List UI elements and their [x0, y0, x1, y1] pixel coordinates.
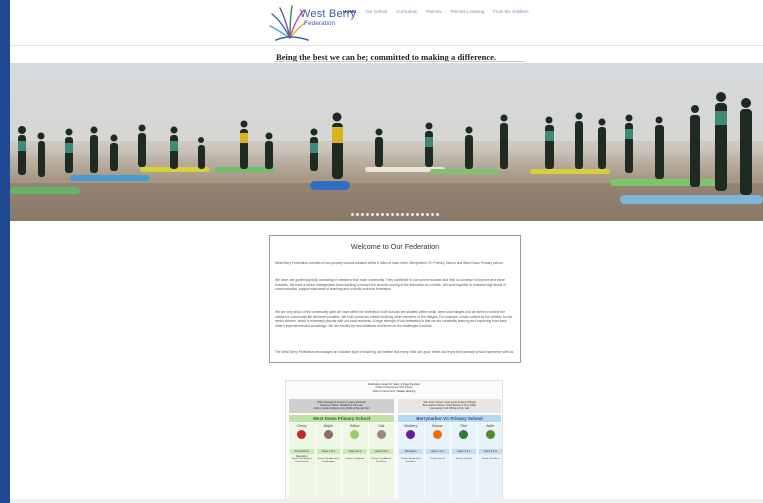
- class-emblem-icon: [485, 430, 495, 439]
- slide-dot[interactable]: [371, 213, 374, 216]
- class-year: Years 3 & 4: [343, 449, 367, 454]
- nav-our-school[interactable]: Our School: [365, 9, 387, 14]
- class-columns: Cherry Preschool & Reception Teacher: Ben …: [289, 423, 502, 499]
- class-staff: Teacher: Jay Lin: [429, 458, 445, 460]
- welcome-title: Welcome to Our Federation: [350, 242, 440, 251]
- class-emblem-icon: [297, 430, 306, 439]
- class-column: Oak Years 5 & 6 Teacher: Lucy Alford & Tin…: [368, 423, 394, 499]
- class-staff: Teacher: Lucy Alford & Tina Russe: [371, 458, 392, 463]
- class-emblem-icon: [459, 430, 468, 439]
- class-column: Willow Years 3 & 4 Teacher: Ivo Andrews: [342, 423, 368, 499]
- welcome-paragraph-3: We are very proud of the community spiri…: [275, 310, 513, 328]
- class-emblem-icon: [406, 430, 415, 439]
- slide-dot[interactable]: [356, 213, 359, 216]
- class-staff: Teacher: Belinda Hill & Kate Ames: [400, 458, 421, 463]
- class-name: Cherry: [296, 424, 307, 428]
- class-name: Maple: [323, 424, 333, 428]
- nav-remote-learning[interactable]: Remote Learning: [451, 9, 485, 14]
- slide-dot[interactable]: [351, 213, 354, 216]
- west-down-school-heading: West Down Primary School: [289, 415, 394, 422]
- class-column: Cherry Preschool & Reception Teacher: Ben …: [289, 423, 315, 499]
- class-staff: Teacher: Bo Anderson & Sue Armitage: [317, 458, 340, 463]
- class-column: Pine Years 3 & 4 Teacher: Ian Short: [451, 423, 477, 499]
- slide-dot[interactable]: [376, 213, 379, 216]
- site-staff-box: Site Team: Robert: Jean Lyons & Simon Wr…: [398, 399, 501, 413]
- welcome-panel: Welcome to Our Federation West Berry Fed…: [269, 235, 521, 363]
- class-year: Years 5 & 6: [478, 449, 502, 454]
- class-year: Years 3 & 4: [452, 449, 476, 454]
- class-column: Rowan Years 1 & 2 Teacher: Jay Lin: [424, 423, 450, 499]
- class-name: Pine: [460, 424, 468, 428]
- class-year: Years 5 & 6: [369, 449, 393, 454]
- slide-dot[interactable]: [386, 213, 389, 216]
- federation-structure-chart[interactable]: Federation Head: Dr Daisy & Page Registe…: [285, 380, 503, 500]
- slide-dot[interactable]: [431, 213, 434, 216]
- header-divider: [10, 45, 763, 46]
- nav-curriculum[interactable]: Curriculum: [396, 9, 417, 14]
- class-name: Oak: [378, 424, 385, 428]
- class-emblem-icon: [432, 430, 442, 439]
- nav-home[interactable]: HOME: [343, 9, 356, 14]
- slide-dot[interactable]: [426, 213, 429, 216]
- welcome-paragraph-2: We have one governing body consisting of…: [275, 278, 506, 291]
- class-name: Rowan: [431, 424, 443, 428]
- slide-dot[interactable]: [436, 213, 439, 216]
- class-column: Mulberry Reception Teacher: Belinda Hill &…: [398, 423, 424, 499]
- class-name: Alder: [486, 424, 495, 428]
- class-column: Alder Years 5 & 6 Teacher: Dan Berry: [477, 423, 502, 499]
- class-name: Mulberry: [404, 424, 418, 428]
- slide-dot[interactable]: [411, 213, 414, 216]
- page: West Berry Federation HOME Our School Cu…: [10, 0, 763, 503]
- main-navigation: HOME Our School Curriculum Parents Remot…: [343, 9, 538, 14]
- slide-dot[interactable]: [421, 213, 424, 216]
- nav-from-the-children[interactable]: From the children!: [493, 9, 528, 14]
- slide-dot[interactable]: [401, 213, 404, 216]
- slideshow-pagination: [351, 213, 439, 216]
- slide-dot[interactable]: [406, 213, 409, 216]
- class-year: Years 1 & 2: [425, 449, 449, 454]
- class-emblem-icon: [350, 430, 359, 439]
- welcome-paragraph-4: The West Berry Federation encourages an …: [275, 350, 515, 354]
- class-emblem-icon: [323, 430, 333, 439]
- slide-dot[interactable]: [416, 213, 419, 216]
- office-line-3: Admin: Jackie Rodgers, Amy Wolfe & Hanna…: [313, 407, 370, 411]
- office-staff-box: Office Manager & Finance: Louise Sobansk…: [289, 399, 394, 413]
- footer-strip: [10, 499, 763, 503]
- class-staff: Teacher: Dan Berry: [481, 458, 499, 460]
- logo-subtitle: Federation: [304, 20, 336, 27]
- class-year: Preschool & Reception: [290, 449, 314, 458]
- class-staff: Teacher: Ben Brooke & Rachel Lipsha: [291, 458, 313, 463]
- slide-dot[interactable]: [396, 213, 399, 216]
- surf-lesson-photo: [10, 92, 763, 221]
- class-name: Willow: [349, 424, 360, 428]
- slide-dot[interactable]: [381, 213, 384, 216]
- berrynarbor-school-heading: Berrynarbor VC Primary School: [398, 415, 501, 422]
- class-column: Maple Years 1 & 2 Teacher: Bo Anderson & S…: [315, 423, 341, 499]
- site-line-3: Caretaking: Andi Willing & Tom Gall: [429, 407, 470, 411]
- org-chart-header: Federation Head: Dr Daisy & Page Registe…: [286, 383, 502, 393]
- slide-dot[interactable]: [391, 213, 394, 216]
- welcome-paragraph-1: West Berry Federation consists of two pr…: [275, 261, 504, 265]
- class-year: Years 1 & 2: [316, 449, 340, 454]
- slide-dot[interactable]: [366, 213, 369, 216]
- slide-dot[interactable]: [361, 213, 364, 216]
- org-head-line-3: Clerk to Governors: Natalie Hosking: [372, 389, 416, 393]
- class-staff: Teacher: Ivo Andrews: [345, 458, 365, 460]
- tagline-underline: [275, 61, 525, 62]
- class-year: Reception: [399, 449, 423, 454]
- class-staff: Teacher: Ian Short: [455, 458, 472, 460]
- nav-parents[interactable]: Parents: [426, 9, 441, 14]
- class-emblem-icon: [376, 430, 386, 439]
- hero-slideshow[interactable]: [10, 63, 763, 221]
